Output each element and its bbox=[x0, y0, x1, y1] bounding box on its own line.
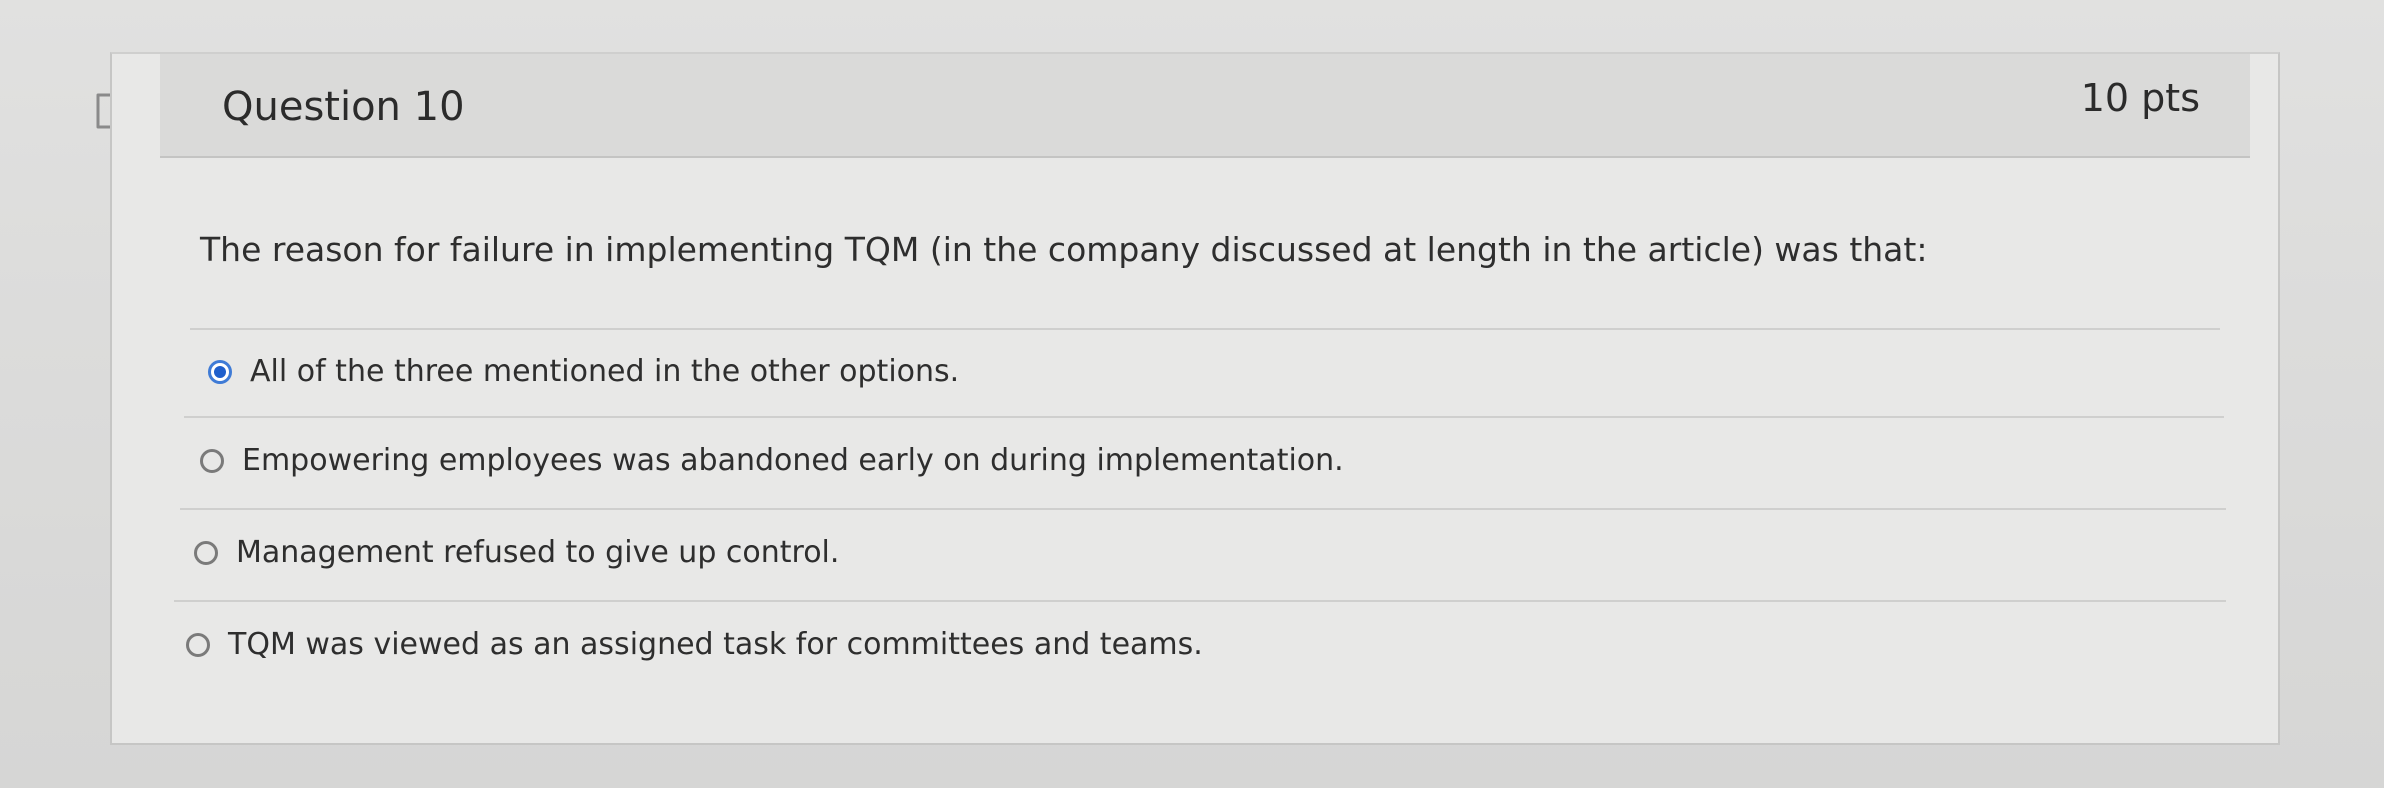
question-title: Question 10 bbox=[222, 84, 465, 130]
answer-option-3[interactable]: Management refused to give up control. bbox=[194, 535, 839, 570]
divider bbox=[184, 416, 2224, 418]
answer-option-label: Management refused to give up control. bbox=[236, 535, 840, 570]
divider bbox=[190, 328, 2220, 330]
question-card: Question 10 10 pts The reason for failur… bbox=[110, 52, 2280, 745]
answer-option-label: All of the three mentioned in the other … bbox=[250, 354, 960, 389]
radio-empty-icon[interactable] bbox=[194, 540, 218, 565]
answer-option-label: TQM was viewed as an assigned task for c… bbox=[228, 627, 1203, 662]
radio-empty-icon[interactable] bbox=[200, 448, 224, 473]
answer-option-1[interactable]: All of the three mentioned in the other … bbox=[208, 354, 959, 389]
question-header: Question 10 10 pts bbox=[160, 54, 2250, 158]
answer-option-label: Empowering employees was abandoned early… bbox=[242, 443, 1344, 478]
radio-selected-icon[interactable] bbox=[208, 359, 232, 384]
radio-empty-icon[interactable] bbox=[186, 632, 210, 657]
question-points: 10 pts bbox=[2080, 76, 2200, 120]
answer-option-4[interactable]: TQM was viewed as an assigned task for c… bbox=[186, 627, 1203, 662]
answer-option-2[interactable]: Empowering employees was abandoned early… bbox=[200, 443, 1344, 478]
divider bbox=[180, 508, 2226, 510]
divider bbox=[174, 600, 2226, 602]
question-text: The reason for failure in implementing T… bbox=[200, 230, 1928, 269]
